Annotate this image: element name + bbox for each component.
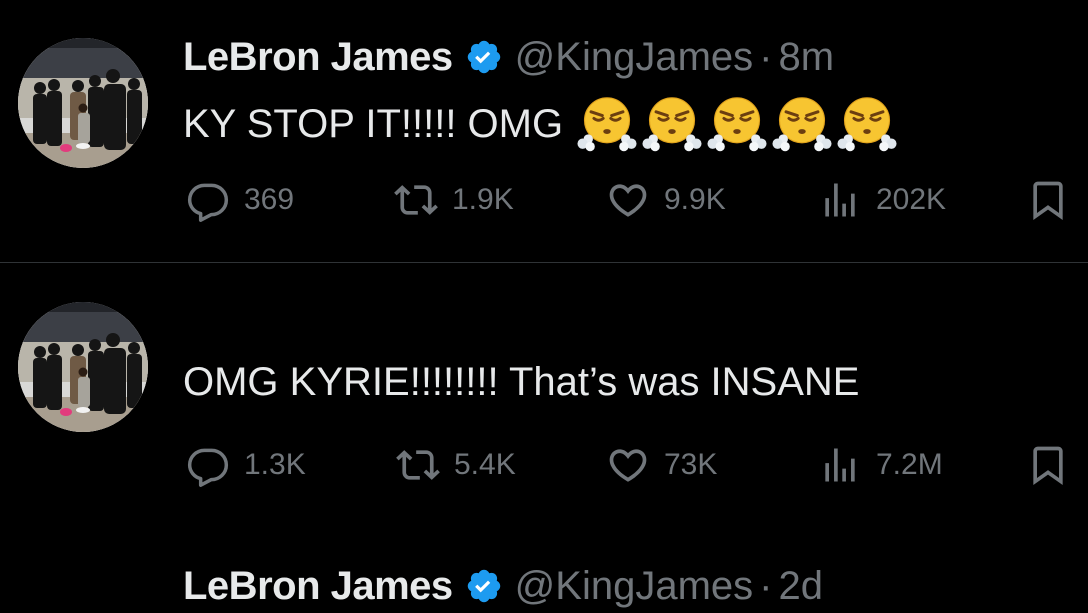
author-name[interactable]: LeBron James (183, 35, 453, 80)
reply-count: 369 (244, 183, 295, 216)
heart-icon (606, 443, 650, 487)
profile-photo (18, 302, 148, 432)
reply-icon (186, 178, 230, 222)
verified-badge-icon[interactable] (465, 38, 503, 76)
bookmark-icon (1026, 178, 1070, 222)
verified-badge-icon[interactable] (465, 567, 503, 605)
views-icon (818, 443, 862, 487)
author-name[interactable]: LeBron James (183, 564, 453, 609)
author-handle[interactable]: @KingJames (515, 564, 753, 609)
face-with-steam-from-nose-icon (642, 94, 702, 154)
profile-photo (18, 38, 148, 168)
retweet-count: 5.4K (454, 448, 516, 481)
face-with-steam-from-nose-icon (772, 94, 832, 154)
tweet-header: LeBron James @KingJames · 2d (183, 559, 823, 613)
tweet-actions: 1.3K 5.4K 73K 7.2M (186, 437, 1076, 493)
reply-button[interactable]: 1.3K (186, 437, 306, 493)
author-handle[interactable]: @KingJames (515, 35, 753, 80)
retweet-button[interactable]: 1.9K (394, 172, 514, 228)
tweet[interactable]: LeBron James @KingJames · 8m KY STOP IT!… (0, 0, 1088, 262)
face-with-steam-from-nose-icon (837, 94, 897, 154)
separator: · (759, 34, 773, 79)
bookmark-button[interactable] (1026, 172, 1070, 228)
like-count: 9.9K (664, 183, 726, 216)
like-count: 73K (664, 448, 718, 481)
separator: · (759, 563, 773, 608)
tweet-text: KY STOP IT!!!!! OMG (183, 94, 897, 154)
tweet[interactable]: LeBron James @KingJames · 2d OMG KYRIE!!… (0, 263, 1088, 608)
like-button[interactable]: 9.9K (606, 172, 726, 228)
reply-icon (186, 443, 230, 487)
face-with-steam-from-nose-icon (707, 94, 767, 154)
views-icon (818, 178, 862, 222)
heart-icon (606, 178, 650, 222)
avatar[interactable] (18, 38, 148, 168)
like-button[interactable]: 73K (606, 437, 717, 493)
reply-count: 1.3K (244, 448, 306, 481)
views-button[interactable]: 202K (818, 172, 946, 228)
tweet-text-content: KY STOP IT!!!!! OMG (183, 101, 564, 146)
view-count: 202K (876, 183, 947, 216)
avatar[interactable] (18, 302, 148, 432)
tweet-actions: 369 1.9K 9.9K 202K (186, 172, 1076, 228)
view-count: 7.2M (876, 448, 943, 481)
retweet-icon (394, 178, 438, 222)
face-with-steam-from-nose-icon (577, 94, 637, 154)
retweet-button[interactable]: 5.4K (396, 437, 516, 493)
tweet-text: OMG KYRIE!!!!!!!! That’s was INSANE (183, 360, 859, 405)
timestamp[interactable]: 8m (778, 35, 834, 80)
bookmark-button[interactable] (1026, 437, 1070, 493)
reply-button[interactable]: 369 (186, 172, 294, 228)
tweet-header: LeBron James @KingJames · 8m (183, 30, 834, 84)
bookmark-icon (1026, 443, 1070, 487)
views-button[interactable]: 7.2M (818, 437, 943, 493)
timestamp[interactable]: 2d (778, 564, 823, 609)
retweet-count: 1.9K (452, 183, 514, 216)
tweet-text-content: OMG KYRIE!!!!!!!! That’s was INSANE (183, 360, 860, 404)
retweet-icon (396, 443, 440, 487)
